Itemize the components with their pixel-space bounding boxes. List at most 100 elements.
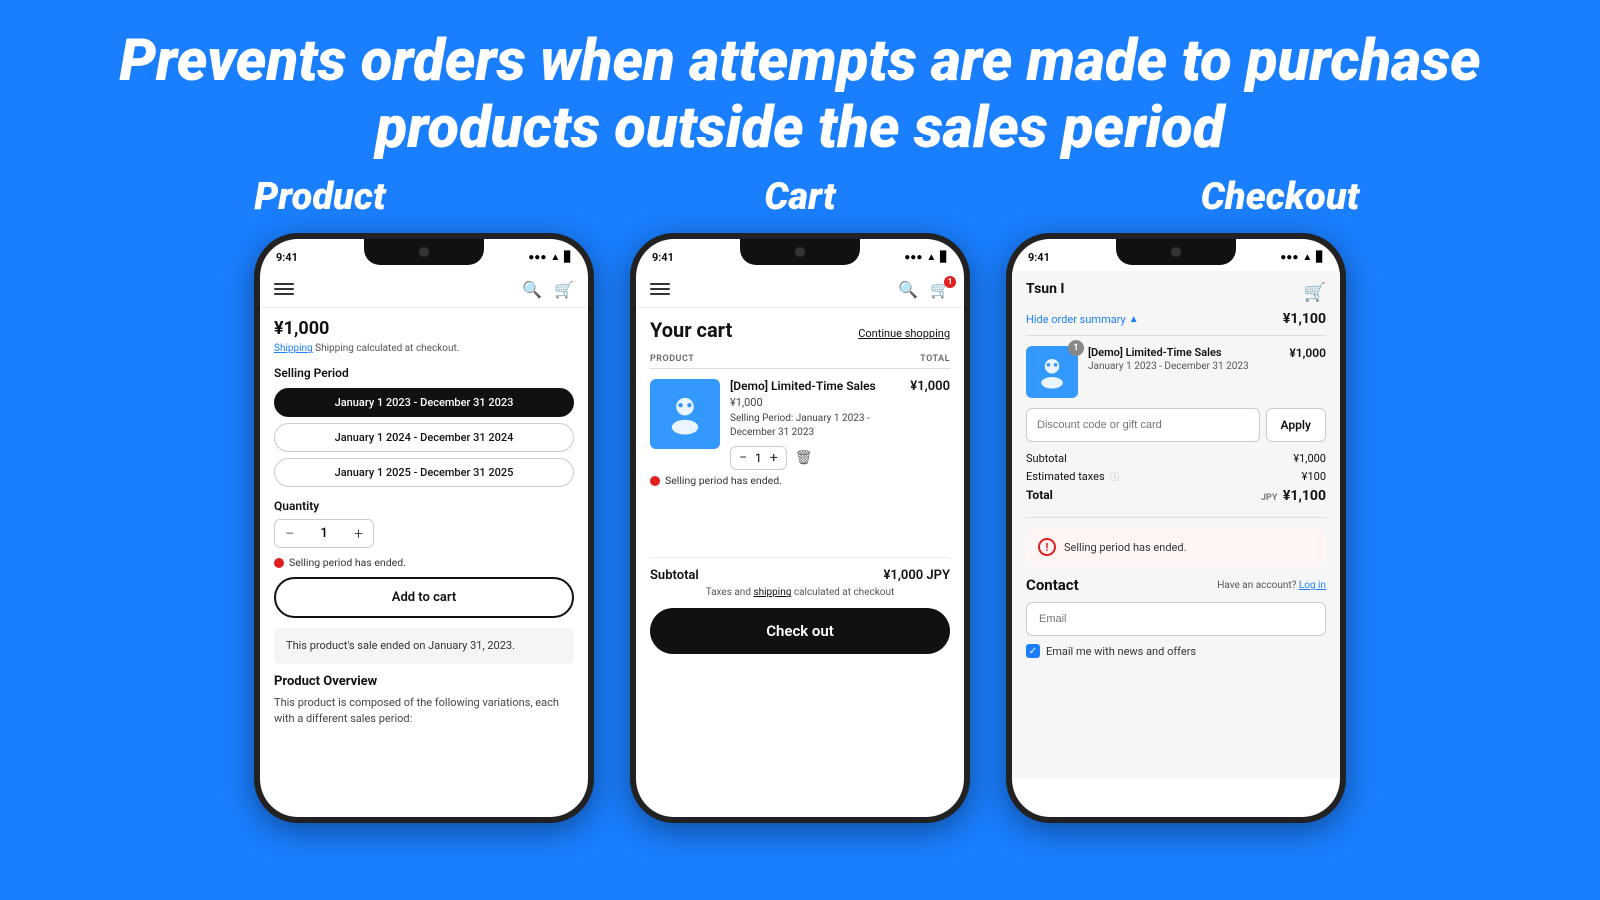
chevron-up-icon: ▲ <box>1129 314 1139 325</box>
product-image-svg <box>663 392 707 436</box>
volume-down-checkout <box>1006 371 1009 403</box>
store-name: Tsun I <box>1026 281 1065 297</box>
log-in-link[interactable]: Log in <box>1299 580 1326 591</box>
period-option-2023[interactable]: January 1 2023 - December 31 2023 <box>274 388 574 417</box>
cart-title: Your cart <box>650 318 732 342</box>
nav-icons-right: 🔍 🛒 <box>522 280 574 299</box>
cart-item-row: [Demo] Limited-Time Sales ¥1,000 Selling… <box>650 379 950 470</box>
newsletter-row: ✓ Email me with news and offers <box>1026 644 1326 658</box>
battery-icon: ▊ <box>564 252 572 263</box>
continue-shopping-link[interactable]: Continue shopping <box>858 327 950 340</box>
battery-icon-checkout: ▊ <box>1316 252 1324 263</box>
cart-qty-increase[interactable]: + <box>770 450 778 466</box>
period-options: January 1 2023 - December 31 2023 Januar… <box>274 388 574 487</box>
checkout-label: Checkout <box>1040 175 1520 219</box>
volume-up-cart <box>630 329 633 361</box>
quantity-label: Quantity <box>274 499 574 513</box>
error-circle-icon: ! <box>1038 538 1056 556</box>
period-option-2024[interactable]: January 1 2024 - December 31 2024 <box>274 423 574 452</box>
email-input[interactable] <box>1026 602 1326 636</box>
volume-down-cart <box>630 371 633 403</box>
wifi-icon: ▲ <box>550 252 560 263</box>
tax-info-icon[interactable]: ⓘ <box>1110 473 1119 483</box>
camera-checkout <box>1171 247 1181 257</box>
newsletter-checkbox[interactable]: ✓ <box>1026 644 1040 658</box>
status-icons: ●●● ▲ ▊ <box>528 252 572 263</box>
product-nav: 🔍 🛒 <box>260 271 588 308</box>
col-product: PRODUCT <box>650 354 694 364</box>
camera-cart <box>795 247 805 257</box>
search-icon-cart[interactable]: 🔍 <box>898 280 918 299</box>
cart-subtotal-row: Subtotal ¥1,000 JPY <box>650 557 950 587</box>
phone-notch-cart <box>740 239 860 265</box>
quantity-control: − 1 + <box>274 519 374 548</box>
hide-summary[interactable]: Hide order summary ▲ <box>1026 313 1139 326</box>
product-overview-title: Product Overview <box>274 674 574 689</box>
cart-quantity-control: − 1 + <box>730 446 787 470</box>
newsletter-label: Email me with news and offers <box>1046 645 1196 658</box>
checkout-button[interactable]: Check out <box>650 608 950 654</box>
hamburger-icon[interactable] <box>274 279 294 299</box>
search-icon[interactable]: 🔍 <box>522 280 542 299</box>
cart-nav-icons: 🔍 🛒 1 <box>898 280 950 299</box>
shipping-link[interactable]: Shipping <box>274 343 313 354</box>
camera <box>419 247 429 257</box>
cart-label: Cart <box>560 175 1040 219</box>
cart-phone: 9:41 ●●● ▲ ▊ 🔍 🛒 1 <box>630 233 970 823</box>
cart-qty-decrease[interactable]: − <box>739 450 747 466</box>
contact-section: Contact Have an account? Log in ✓ Email … <box>1026 576 1326 658</box>
order-product-svg <box>1034 354 1070 390</box>
cart-qty-row: − 1 + 🗑 <box>730 446 890 470</box>
shipping-link-cart[interactable]: shipping <box>753 587 791 598</box>
add-to-cart-button[interactable]: Add to cart <box>274 577 574 618</box>
ended-notice: This product's sale ended on January 31,… <box>274 628 574 663</box>
volume-up-checkout <box>1006 329 1009 361</box>
tax-label: Estimated taxes ⓘ <box>1026 470 1119 483</box>
cart-subtotal-label: Subtotal <box>650 568 699 583</box>
checkout-screen: Tsun I 🛒 Hide order summary ▲ ¥1,100 1 <box>1012 271 1340 817</box>
order-item-name: [Demo] Limited-Time Sales <box>1088 346 1279 359</box>
cart-badge: 1 <box>944 276 956 288</box>
cart-subtotal-val: ¥1,000 JPY <box>883 568 950 583</box>
checkout-cart-icon[interactable]: 🛒 <box>1304 282 1326 303</box>
total-label: Total <box>1026 488 1053 504</box>
phone-notch <box>364 239 484 265</box>
apply-button[interactable]: Apply <box>1266 408 1326 442</box>
summary-total: ¥1,100 <box>1283 311 1326 327</box>
order-item-info: [Demo] Limited-Time Sales January 1 2023… <box>1088 346 1279 398</box>
checkout-content: Tsun I 🛒 Hide order summary ▲ ¥1,100 1 <box>1012 271 1340 779</box>
cart-nav: 🔍 🛒 1 <box>636 271 964 308</box>
discount-input[interactable] <box>1026 408 1260 442</box>
cart-item-info: [Demo] Limited-Time Sales ¥1,000 Selling… <box>730 379 890 470</box>
cart-col-headers: PRODUCT TOTAL <box>650 354 950 369</box>
cart-item-total: ¥1,000 <box>900 379 950 470</box>
order-item-badge: 1 <box>1068 340 1084 356</box>
subtotal-row: Subtotal ¥1,000 <box>1026 452 1326 465</box>
checkout-phone: 9:41 ●●● ▲ ▊ Tsun I 🛒 Hide order summary… <box>1006 233 1346 823</box>
subtotal-val: ¥1,000 <box>1293 452 1326 465</box>
cart-icon-with-badge[interactable]: 🛒 1 <box>930 280 950 299</box>
have-account: Have an account? Log in <box>1217 580 1326 591</box>
volume-down-button <box>254 371 257 403</box>
cart-delete-icon[interactable]: 🗑 <box>795 450 813 466</box>
order-item-row: 1 [Demo] Limited-Time Sales January 1 20… <box>1026 346 1326 398</box>
cart-item-period: Selling Period: January 1 2023 - Decembe… <box>730 412 890 440</box>
section-labels: Product Cart Checkout <box>0 171 1600 233</box>
period-option-2025[interactable]: January 1 2025 - December 31 2025 <box>274 458 574 487</box>
silent-switch-cart <box>630 299 633 321</box>
cart-icon[interactable]: 🛒 <box>554 280 574 299</box>
cart-tax-note: Taxes and shipping calculated at checkou… <box>650 587 950 598</box>
power-button <box>591 339 594 379</box>
hamburger-icon-cart[interactable] <box>650 279 670 299</box>
quantity-increase[interactable]: + <box>354 524 363 543</box>
time: 9:41 <box>276 251 298 264</box>
product-shipping: Shipping Shipping calculated at checkout… <box>274 343 574 354</box>
product-label: Product <box>80 175 560 219</box>
signal-icon-cart: ●●● <box>904 252 922 263</box>
quantity-decrease[interactable]: − <box>285 524 294 543</box>
signal-icon: ●●● <box>528 252 546 263</box>
tax-row: Estimated taxes ⓘ ¥100 <box>1026 470 1326 483</box>
order-summary-toggle: Hide order summary ▲ ¥1,100 <box>1026 311 1326 336</box>
checkout-error-text: Selling period has ended. <box>1064 541 1186 554</box>
product-error-msg: Selling period has ended. <box>274 556 574 569</box>
